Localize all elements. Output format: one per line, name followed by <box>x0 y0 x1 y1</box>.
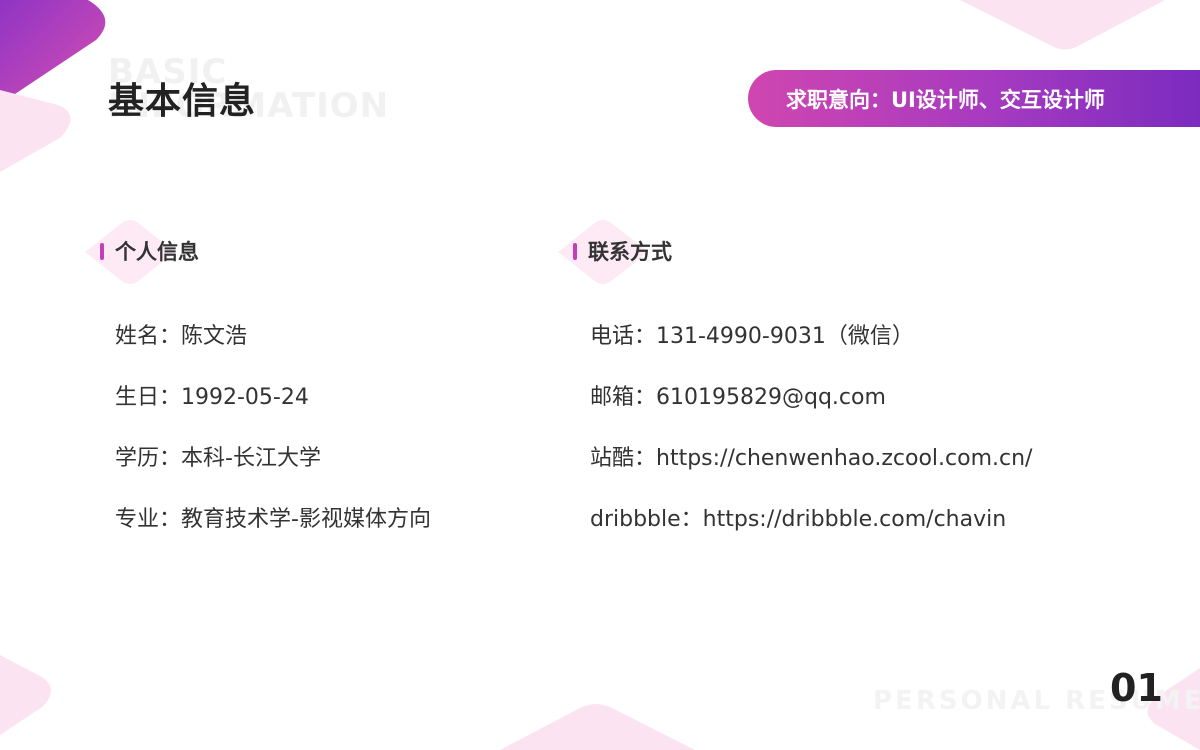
section-accent-bar <box>573 242 577 260</box>
personal-field-birthday: 生日：1992-05-24 <box>115 385 309 410</box>
bottom-center-pink-shape <box>500 704 695 750</box>
personal-field-major: 专业：教育技术学-影视媒体方向 <box>115 507 431 532</box>
top-right-pink-shape <box>960 0 1165 50</box>
personal-field-name: 姓名：陈文浩 <box>115 324 248 349</box>
bottom-left-pink-shape <box>0 655 51 735</box>
contact-section-label: 联系方式 <box>588 240 672 264</box>
contact-section-title: 联系方式 <box>573 236 672 266</box>
contact-field-dribbble[interactable]: dribbble：https://dribbble.com/chavin <box>590 501 1006 533</box>
personal-section-label: 个人信息 <box>115 240 199 264</box>
top-left-pink-shape <box>0 90 71 172</box>
section-accent-bar <box>100 242 104 260</box>
job-intent-text: 求职意向：UI设计师、交互设计师 <box>786 87 1105 112</box>
contact-field-phone: 电话：131-4990-9031（微信） <box>590 324 914 349</box>
page-number: 01 <box>1110 666 1163 710</box>
personal-field-education: 学历：本科-长江大学 <box>115 446 321 471</box>
contact-field-email[interactable]: 邮箱：610195829@qq.com <box>590 379 886 411</box>
job-intent-banner: 求职意向：UI设计师、交互设计师 <box>748 70 1200 127</box>
page-title: 基本信息 <box>108 81 257 122</box>
personal-section-title: 个人信息 <box>100 236 199 266</box>
contact-field-zcool[interactable]: 站酷：https://chenwenhao.zcool.com.cn/ <box>590 440 1032 472</box>
